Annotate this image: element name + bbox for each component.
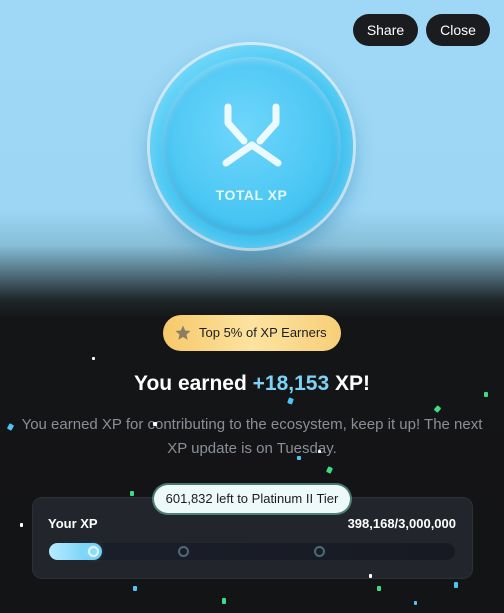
confetti-piece	[318, 450, 321, 453]
milestone-node	[178, 546, 189, 557]
confetti-piece	[6, 423, 15, 431]
confetti-piece	[153, 422, 157, 426]
xp-value: 398,168/3,000,000	[347, 516, 456, 531]
badge-text: Top 5% of XP Earners	[199, 325, 327, 340]
confetti-piece	[414, 601, 417, 605]
confetti-piece	[454, 582, 458, 588]
description-text: You earned XP for contributing to the ec…	[21, 416, 483, 457]
confetti-piece	[433, 405, 442, 413]
tier-remaining-pill: 601,832 left to Platinum II Tier	[154, 485, 350, 513]
confetti-piece	[133, 586, 137, 591]
coin-label: TOTAL XP	[215, 187, 288, 203]
xp-progress-track	[49, 543, 455, 560]
confetti-piece	[287, 397, 294, 405]
star-icon	[175, 325, 191, 340]
milestone-node-current	[88, 546, 99, 557]
headline-prefix: You earned	[134, 372, 253, 395]
share-button[interactable]: Share	[353, 14, 418, 46]
confetti-piece	[369, 574, 372, 578]
xp-reward-modal: Share Close TOTAL XP Top 5% of XP Earner…	[0, 0, 504, 613]
your-xp-label: Your XP	[48, 516, 98, 531]
top-earners-badge: Top 5% of XP Earners	[163, 315, 341, 351]
confetti-piece	[20, 523, 23, 527]
earned-amount: +18,153	[252, 372, 330, 395]
confetti-piece	[92, 357, 95, 360]
headline-suffix: XP!	[329, 372, 370, 395]
confetti-piece	[484, 392, 488, 397]
close-button[interactable]: Close	[426, 14, 490, 46]
milestone-node	[314, 546, 325, 557]
confetti-piece	[130, 491, 134, 496]
earned-headline: You earned +18,153 XP!	[0, 372, 504, 396]
total-xp-coin: TOTAL XP	[150, 45, 353, 248]
coin-face: TOTAL XP	[162, 57, 341, 236]
xp-logo-icon	[222, 103, 282, 167]
confetti-piece	[377, 586, 381, 591]
confetti-piece	[222, 598, 226, 604]
confetti-piece	[297, 456, 301, 460]
confetti-piece	[325, 466, 334, 474]
